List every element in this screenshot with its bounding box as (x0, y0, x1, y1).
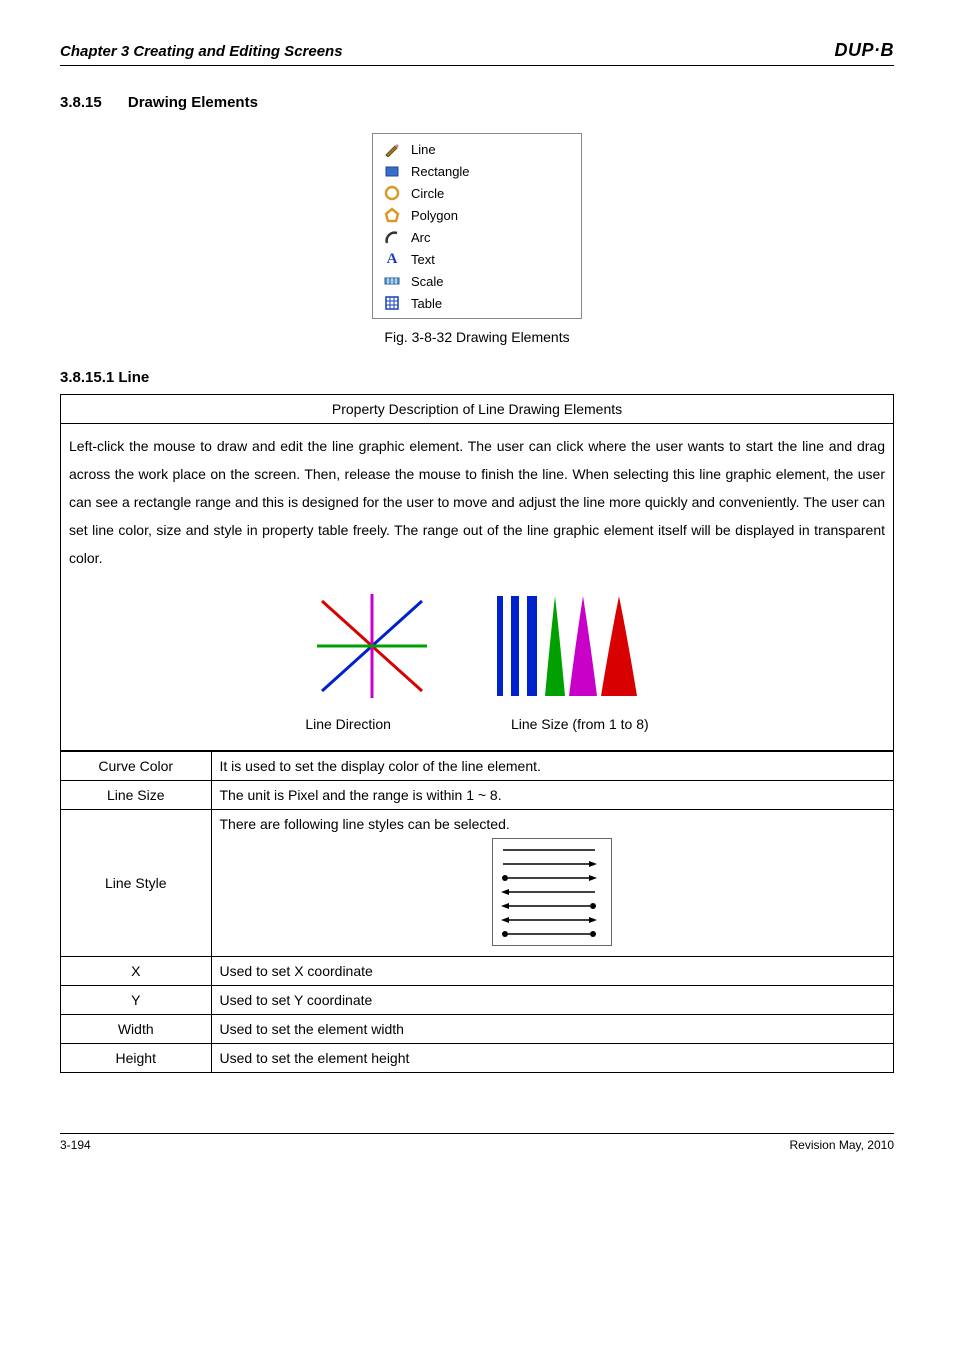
illustration-captions: Line Direction Line Size (from 1 to 8) (69, 710, 885, 744)
circle-icon (383, 184, 401, 202)
row-label-height: Height (61, 1044, 211, 1073)
row-label-line-style: Line Style (61, 810, 211, 957)
table-icon (383, 294, 401, 312)
drawing-elements-menu: Line Rectangle Circle Polygon Arc A Text (372, 133, 582, 319)
menu-label: Scale (411, 274, 444, 289)
row-label-curve-color: Curve Color (61, 752, 211, 781)
property-box-title: Property Description of Line Drawing Ele… (61, 395, 893, 424)
menu-item-scale[interactable]: Scale (373, 270, 581, 292)
line-style-arrow-both (499, 913, 605, 927)
line-style-arrow-left (499, 885, 605, 899)
line-direction-illustration (307, 586, 437, 706)
menu-item-line[interactable]: Line (373, 138, 581, 160)
table-row: Curve Color It is used to set the displa… (61, 752, 893, 781)
row-value-width: Used to set the element width (211, 1015, 893, 1044)
menu-label: Line (411, 142, 436, 157)
section-title: Drawing Elements (128, 94, 258, 111)
line-style-arrow-left-dot (499, 899, 605, 913)
row-value-x: Used to set X coordinate (211, 957, 893, 986)
menu-item-text[interactable]: A Text (373, 248, 581, 270)
pencil-icon (383, 140, 401, 158)
row-value-y: Used to set Y coordinate (211, 986, 893, 1015)
line-style-dot-arrow-right (499, 871, 605, 885)
line-style-arrow-right (499, 857, 605, 871)
figure-caption: Fig. 3-8-32 Drawing Elements (60, 329, 894, 345)
subsection-heading: 3.8.15.1 Line (60, 369, 894, 386)
page-footer: 3-194 Revision May, 2010 (60, 1133, 894, 1152)
scale-icon (383, 272, 401, 290)
property-box-description: Left-click the mouse to draw and edit th… (61, 424, 893, 751)
text-icon: A (383, 250, 401, 268)
row-value-line-size: The unit is Pixel and the range is withi… (211, 781, 893, 810)
brand-logo: DUP·B (835, 40, 895, 61)
subsection-title: Line (118, 369, 149, 386)
line-styles-dropdown[interactable] (492, 838, 612, 946)
table-row: Height Used to set the element height (61, 1044, 893, 1073)
menu-item-polygon[interactable]: Polygon (373, 204, 581, 226)
table-row: Line Style There are following line styl… (61, 810, 893, 957)
section-number: 3.8.15 (60, 94, 102, 111)
illustration-row (69, 572, 885, 710)
line-style-dot-both (499, 927, 605, 941)
menu-label: Text (411, 252, 435, 267)
row-value-curve-color: It is used to set the display color of t… (211, 752, 893, 781)
rectangle-icon (383, 162, 401, 180)
table-row: X Used to set X coordinate (61, 957, 893, 986)
line-size-illustration (497, 586, 647, 706)
table-row: Line Size The unit is Pixel and the rang… (61, 781, 893, 810)
menu-label: Circle (411, 186, 444, 201)
menu-item-circle[interactable]: Circle (373, 182, 581, 204)
revision-text: Revision May, 2010 (790, 1138, 895, 1152)
section-heading: 3.8.15 Drawing Elements (60, 94, 894, 111)
row-label-x: X (61, 957, 211, 986)
table-row: Y Used to set Y coordinate (61, 986, 893, 1015)
arc-icon (383, 228, 401, 246)
row-label-width: Width (61, 1015, 211, 1044)
row-value-line-style: There are following line styles can be s… (211, 810, 893, 957)
row-label-y: Y (61, 986, 211, 1015)
menu-label: Rectangle (411, 164, 470, 179)
page-header: Chapter 3 Creating and Editing Screens D… (60, 40, 894, 66)
subsection-number: 3.8.15.1 (60, 369, 114, 386)
menu-label: Polygon (411, 208, 458, 223)
menu-label: Table (411, 296, 442, 311)
line-direction-caption: Line Direction (305, 710, 391, 738)
menu-item-arc[interactable]: Arc (373, 226, 581, 248)
table-row: Width Used to set the element width (61, 1015, 893, 1044)
line-style-plain (499, 843, 605, 857)
polygon-icon (383, 206, 401, 224)
property-box: Property Description of Line Drawing Ele… (60, 394, 894, 1073)
menu-item-rectangle[interactable]: Rectangle (373, 160, 581, 182)
row-value-height: Used to set the element height (211, 1044, 893, 1073)
line-size-caption: Line Size (from 1 to 8) (511, 710, 649, 738)
chapter-title: Chapter 3 Creating and Editing Screens (60, 43, 343, 60)
menu-label: Arc (411, 230, 431, 245)
page-number: 3-194 (60, 1138, 91, 1152)
menu-item-table[interactable]: Table (373, 292, 581, 314)
row-label-line-size: Line Size (61, 781, 211, 810)
property-table: Curve Color It is used to set the displa… (61, 751, 893, 1072)
